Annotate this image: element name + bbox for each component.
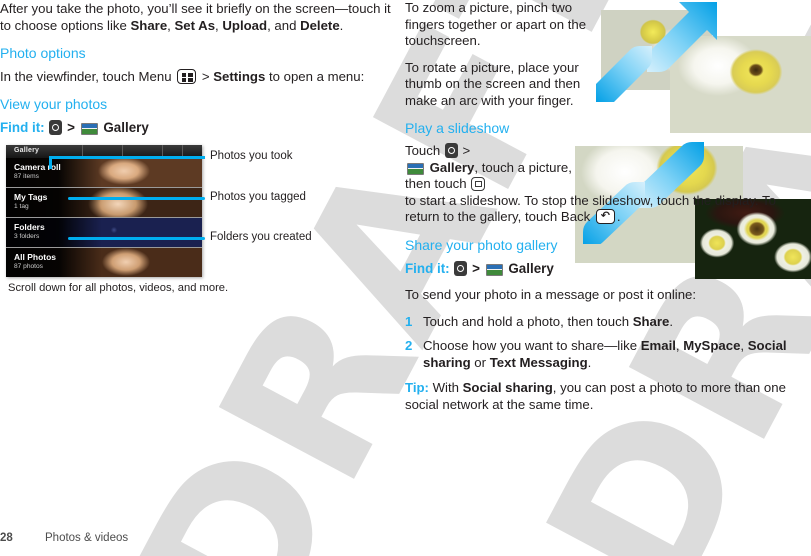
rotate-paragraph: To rotate a picture, place your thumb on…	[405, 59, 581, 108]
findit-target-gallery: Gallery	[103, 120, 149, 135]
callout-text: Photos you tagged	[210, 191, 306, 203]
findit-target-gallery: Gallery	[508, 260, 554, 276]
gallery-icon	[407, 162, 424, 175]
launcher-icon	[444, 143, 458, 158]
heading-share-your-photo-gallery: Share your photo gallery	[405, 236, 558, 253]
findit-separator: >	[67, 120, 75, 135]
photo-options-paragraph: In the viewfinder, touch Menu > Settings…	[0, 68, 398, 85]
intro-delete-bold: Delete	[300, 18, 340, 33]
heading-play-a-slideshow: Play a slideshow	[405, 120, 510, 136]
back-icon: ↶	[595, 209, 615, 224]
daffodil-photo-2	[670, 36, 811, 133]
zoom-paragraph: To zoom a picture, pinch two fingers tog…	[405, 0, 587, 48]
gallery-row-sublabel: 3 folders	[14, 233, 40, 240]
intro-upload-bold: Upload	[222, 18, 268, 33]
gallery-row-sublabel: 87 items	[14, 173, 39, 180]
pinch-zoom-arrow-lower	[596, 42, 658, 104]
page-number: 28	[0, 532, 13, 544]
photo-options-sep: >	[198, 69, 214, 84]
step-text-a: Choose how you want to share—like	[423, 337, 641, 353]
chapter-name: Photos & videos	[45, 532, 129, 544]
slideshow-paragraph-cont: to start a slideshow. To stop the slides…	[405, 193, 811, 226]
tip-paragraph: Tip: With Social sharing, you can post a…	[405, 379, 811, 413]
page-footer: 28 Photos & videos	[0, 532, 811, 550]
manual-page: DRAFT DRAFT After you take the photo, yo…	[0, 0, 811, 556]
gallery-icon	[80, 123, 98, 135]
pinch-zoom-arrow-upper	[641, 2, 717, 78]
gallery-row-my-tags[interactable]: My Tags 1 tag	[6, 188, 202, 217]
gallery-row-camera-roll[interactable]: Camera roll 87 items	[6, 158, 202, 187]
findit-separator: >	[472, 260, 480, 276]
gallery-row-label: My Tags	[14, 192, 48, 202]
step-text-c: .	[669, 313, 674, 329]
share-steps-list: 1 Touch and hold a photo, then touch Shar…	[405, 313, 811, 371]
gallery-row-label: Camera roll	[14, 162, 61, 172]
step-text-i: .	[587, 354, 592, 370]
slideshow-gallery-bold: Gallery	[429, 159, 475, 175]
list-item: 1 Touch and hold a photo, then touch Shar…	[405, 313, 811, 330]
intro-paragraph: After you take the photo, you’ll see it …	[0, 0, 398, 34]
slideshow-text-a: Touch	[405, 143, 444, 158]
step-text-g: or	[470, 354, 490, 370]
intro-setas-bold: Set As	[174, 18, 216, 33]
step-share-bold: Share	[632, 313, 670, 329]
slideshow-icon	[471, 177, 486, 191]
gallery-row-sublabel: 1 tag	[14, 203, 29, 210]
step-text-e: ,	[740, 337, 748, 353]
step-number: 1	[405, 313, 413, 329]
tip-label: Tip:	[405, 379, 429, 395]
gallery-title: Gallery	[14, 147, 40, 154]
list-item: 2 Choose how you want to share—like Email…	[405, 337, 811, 371]
gallery-screenshot: Gallery Camera roll 87 items My Tags 1 t…	[6, 145, 202, 277]
gallery-icon	[485, 263, 503, 276]
gallery-row-sublabel: 87 photos	[14, 263, 43, 270]
gallery-figure: Gallery Camera roll 87 items My Tags 1 t…	[0, 145, 398, 297]
photo-options-text-d: to open a menu:	[265, 69, 365, 84]
menu-icon	[177, 69, 197, 84]
left-column: After you take the photo, you’ll see it …	[0, 0, 398, 297]
gallery-row-all-photos[interactable]: All Photos 87 photos	[6, 248, 202, 277]
launcher-icon	[454, 260, 468, 276]
gallery-row-label: All Photos	[14, 252, 57, 262]
launcher-icon	[49, 120, 63, 135]
heading-photo-options: Photo options	[0, 45, 86, 61]
arrow-up-right-glyph	[647, 2, 717, 72]
findit-view-photos: Find it: > Gallery	[0, 119, 398, 137]
right-column: To zoom a picture, pinch two fingers tog…	[405, 0, 811, 423]
callout-text: Photos you took	[210, 150, 293, 162]
step-email-bold: Email	[640, 337, 676, 353]
findit-share-gallery: Find it: > Gallery	[405, 260, 811, 278]
slideshow-paragraph: Touch > Gallery, touch a picture, then t…	[405, 143, 595, 193]
step-text-messaging-bold: Text Messaging	[489, 354, 588, 370]
daffodil-photo-1	[601, 10, 712, 90]
slideshow-sep: >	[458, 143, 471, 158]
share-intro-paragraph: To send your photo in a message or post …	[405, 286, 697, 302]
photo-options-settings-bold: Settings	[213, 69, 266, 84]
slideshow-text-f: .	[616, 209, 621, 224]
intro-text-i: .	[339, 18, 344, 33]
heading-view-your-photos: View your photos	[0, 96, 108, 112]
step-myspace-bold: MySpace	[683, 337, 741, 353]
arrow-down-left-glyph	[596, 46, 652, 102]
step-number: 2	[405, 337, 413, 353]
slideshow-text-e: to start a slideshow. To stop the slides…	[405, 192, 776, 225]
photo-options-text-a: In the viewfinder, touch Menu	[0, 69, 176, 84]
callout-text: Folders you created	[210, 231, 312, 243]
tip-social-sharing-bold: Social sharing	[462, 379, 553, 395]
step-text-a: Touch and hold a photo, then touch	[423, 313, 633, 329]
findit-label: Find it:	[405, 260, 450, 276]
gallery-row-label: Folders	[14, 222, 45, 232]
intro-share-bold: Share	[130, 18, 168, 33]
intro-text-g: , and	[267, 18, 301, 33]
gallery-figure-caption: Scroll down for all photos, videos, and …	[8, 282, 229, 294]
gallery-row-folders[interactable]: Folders 3 folders	[6, 218, 202, 247]
findit-label: Find it:	[0, 120, 45, 135]
tip-text-a: With	[428, 379, 463, 395]
